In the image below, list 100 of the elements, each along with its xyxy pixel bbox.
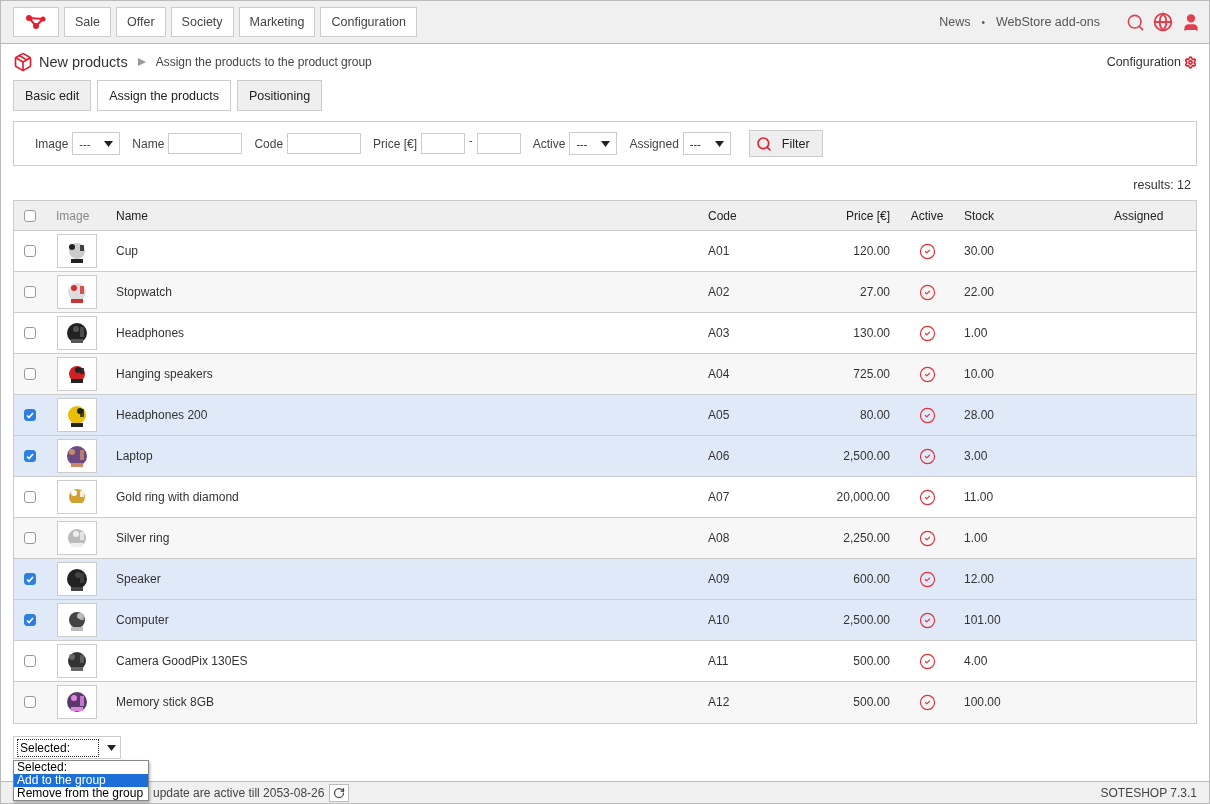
product-code: A11 xyxy=(707,654,730,668)
dropdown-option[interactable]: Remove from the group xyxy=(14,787,148,800)
product-price: 2,500.00 xyxy=(842,449,891,463)
filter-select[interactable]: --- xyxy=(682,132,731,155)
breadcrumb-current: Assign the products to the product group xyxy=(155,55,372,69)
filter-input[interactable] xyxy=(168,133,243,154)
product-name: Hanging speakers xyxy=(115,367,214,381)
product-stock: 30.00 xyxy=(963,244,996,258)
separator-dot: • xyxy=(981,16,985,28)
product-name: Memory stick 8GB xyxy=(115,695,215,709)
checkbox[interactable] xyxy=(24,696,36,708)
dropdown-option[interactable]: Add to the group xyxy=(14,774,148,787)
nav-link[interactable]: News xyxy=(939,15,971,29)
checkbox[interactable] xyxy=(24,532,36,544)
product-code: A10 xyxy=(707,613,731,627)
product-name: Headphones 200 xyxy=(115,408,209,422)
product-code: A03 xyxy=(707,326,731,340)
globe-icon[interactable] xyxy=(1153,12,1173,32)
version-label: SOTESHOP 7.3.1 xyxy=(1100,785,1197,800)
update-notice: update are active till 2053-08-26 xyxy=(153,785,325,800)
nav-button[interactable]: Marketing xyxy=(238,7,316,37)
product-price: 2,250.00 xyxy=(842,531,891,545)
column-header: Price [€] xyxy=(845,208,891,223)
checkbox[interactable] xyxy=(24,655,36,667)
tab[interactable]: Basic edit xyxy=(13,80,92,111)
product-price: 600.00 xyxy=(852,572,891,586)
product-stock: 1.00 xyxy=(963,326,989,340)
checkbox[interactable] xyxy=(24,491,36,503)
results-count: results: 12 xyxy=(1132,177,1192,194)
checkbox[interactable] xyxy=(24,245,36,257)
search-icon[interactable] xyxy=(1125,12,1145,32)
product-price: 80.00 xyxy=(858,408,891,422)
product-price: 500.00 xyxy=(852,695,891,709)
product-name: Camera GoodPix 130ES xyxy=(115,654,249,668)
product-stock: 11.00 xyxy=(963,490,995,504)
user-icon[interactable] xyxy=(1181,11,1201,33)
box-icon xyxy=(13,52,33,72)
configuration-link[interactable]: Configuration xyxy=(1106,55,1197,69)
product-price: 20,000.00 xyxy=(835,490,891,504)
refresh-button[interactable] xyxy=(329,783,350,802)
product-name: Headphones xyxy=(115,326,186,340)
product-code: A06 xyxy=(707,449,731,463)
product-name: Cup xyxy=(115,244,139,258)
product-name: Stopwatch xyxy=(115,285,174,299)
tab[interactable]: Positioning xyxy=(237,80,323,111)
column-header: Stock xyxy=(963,208,995,223)
caret-icon xyxy=(104,140,114,147)
nav-button[interactable]: Society xyxy=(170,7,234,37)
filter-input[interactable] xyxy=(287,133,362,154)
column-header: Image xyxy=(55,208,91,223)
checkbox[interactable] xyxy=(24,614,36,626)
column-header: Name xyxy=(115,208,149,223)
filter-select[interactable]: --- xyxy=(569,132,618,155)
tab[interactable]: Assign the products xyxy=(97,80,231,111)
filter-label: Assigned xyxy=(629,136,679,151)
column-header: Code xyxy=(707,208,738,223)
filter-label: Code xyxy=(254,136,284,151)
product-code: A02 xyxy=(707,285,731,299)
product-code: A12 xyxy=(707,695,731,709)
column-header: Assigned xyxy=(1113,208,1165,223)
checkbox[interactable] xyxy=(24,573,36,585)
product-name: Laptop xyxy=(115,449,154,463)
min-price-input[interactable] xyxy=(421,133,466,154)
checkbox[interactable] xyxy=(24,286,36,298)
nav-link[interactable]: WebStore add-ons xyxy=(996,15,1100,29)
filter-button[interactable]: Filter xyxy=(748,130,823,157)
dropdown-option[interactable]: Selected: xyxy=(14,761,148,774)
page-title[interactable]: New products xyxy=(39,54,128,70)
product-code: A08 xyxy=(707,531,731,545)
logo-button[interactable] xyxy=(13,7,59,37)
checkbox[interactable] xyxy=(24,450,36,462)
nav-button[interactable]: Configuration xyxy=(320,7,417,37)
checkbox[interactable] xyxy=(24,368,36,380)
product-stock: 10.00 xyxy=(963,367,996,381)
checkbox[interactable] xyxy=(24,209,36,222)
checkbox[interactable] xyxy=(24,409,36,421)
filter-label: Active xyxy=(532,136,566,151)
product-price: 27.00 xyxy=(858,285,891,299)
product-code: A09 xyxy=(707,572,731,586)
search-icon xyxy=(755,135,772,152)
product-price: 120.00 xyxy=(852,244,891,258)
nav-button[interactable]: Sale xyxy=(64,7,112,37)
product-name: Silver ring xyxy=(115,531,171,545)
bulk-action-select[interactable]: Selected: xyxy=(13,736,121,759)
settings-icon xyxy=(1184,55,1197,69)
checkbox[interactable] xyxy=(24,327,36,339)
product-name: Computer xyxy=(115,613,170,627)
product-price: 130.00 xyxy=(852,326,891,340)
product-code: A04 xyxy=(707,367,731,381)
max-price-input[interactable] xyxy=(476,133,521,154)
nav-button[interactable]: Offer xyxy=(116,7,166,37)
product-code: A05 xyxy=(707,408,731,422)
filter-select[interactable]: --- xyxy=(72,132,121,155)
product-stock: 22.00 xyxy=(963,285,996,299)
caret-icon xyxy=(714,140,724,147)
filter-label: Price [€] xyxy=(373,136,418,151)
product-stock: 101.00 xyxy=(963,613,1002,627)
product-stock: 100.00 xyxy=(963,695,1002,709)
caret-icon xyxy=(601,140,611,147)
product-stock: 12.00 xyxy=(963,572,996,586)
